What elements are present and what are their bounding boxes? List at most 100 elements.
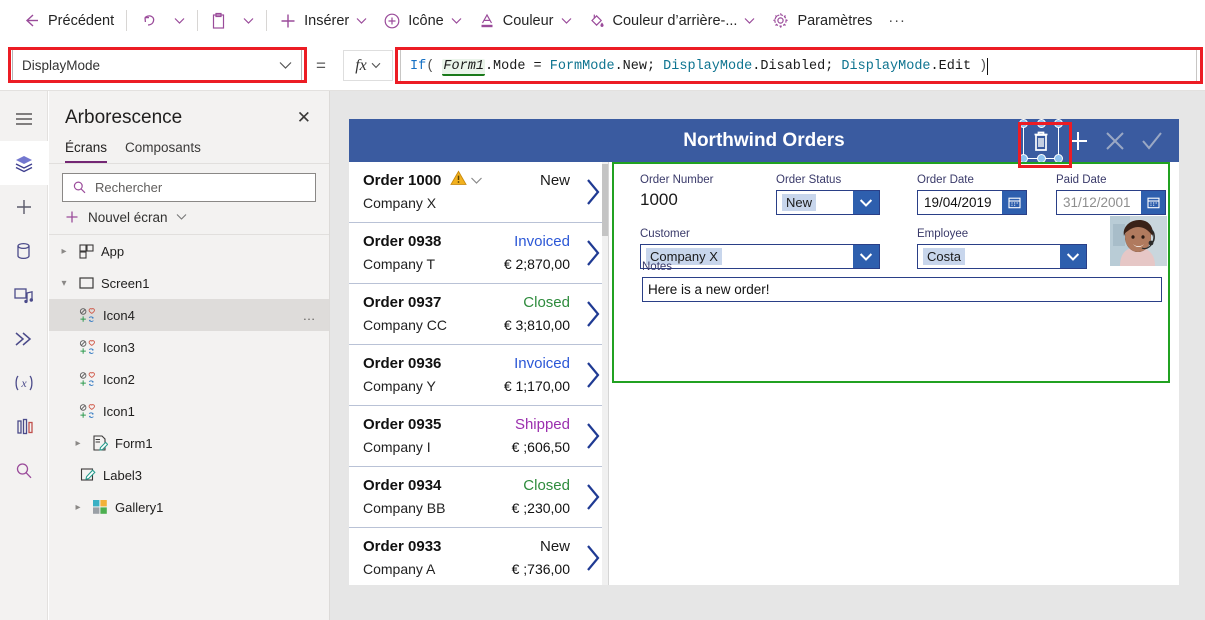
gallery-row[interactable]: Order 1000 New Company X [349,162,608,223]
calendar-icon[interactable] [1141,191,1165,214]
color-button[interactable]: Couleur [470,5,580,37]
tree-panel-title: Arborescence [65,106,183,128]
gallery-row-line2: Company CC € 3;810,00 [363,314,598,336]
insert-label: Insérer [304,12,350,29]
gallery-row-line2: Company Y € 1;170,00 [363,375,598,397]
more-options-icon[interactable]: … [303,308,318,323]
gallery-scrollbar[interactable] [602,162,608,585]
divider [266,10,268,31]
chevron-right-icon[interactable] [584,238,602,273]
gallery-row[interactable]: Order 0938 Invoiced Company T € 2;870,00 [349,223,608,284]
cancel-x-icon[interactable] [1100,126,1130,156]
chevron-right-icon[interactable] [584,482,602,517]
customer-dropdown[interactable]: Company X [640,244,880,269]
order-status-dropdown[interactable]: New [776,190,880,215]
paid-date-picker[interactable]: 31/12/2001 [1056,190,1166,215]
order-date-picker[interactable]: 19/04/2019 [917,190,1027,215]
chevron-right-icon[interactable] [584,360,602,395]
tree-node-icon1[interactable]: Icon1 [49,395,329,427]
employee-dropdown[interactable]: Costa [917,244,1087,269]
warning-indicator[interactable] [450,170,483,191]
calendar-icon[interactable] [1002,191,1026,214]
notes-value: Here is a new order! [648,282,770,297]
icon-control-icon [79,307,97,324]
tree-node-icon3[interactable]: Icon3 [49,331,329,363]
chevron-right-icon[interactable] [584,421,602,456]
order-title: Order 0934 [363,477,442,494]
fill-color-button[interactable]: Couleur d’arrière-... [580,5,764,37]
hamburger-menu-icon[interactable] [0,97,48,141]
chevron-down-icon[interactable] [470,172,483,190]
resize-handle[interactable] [1036,119,1046,128]
left-rail: x [0,91,48,620]
notes-input[interactable]: Here is a new order! [642,277,1162,302]
data-icon[interactable] [0,229,48,273]
tab-ecrans[interactable]: Écrans [65,140,108,163]
chevron-down-icon[interactable]: ▾ [57,278,71,289]
chevron-down-icon[interactable] [1060,245,1086,268]
gallery-row[interactable]: Order 0935 Shipped Company I € ;606,50 [349,406,608,467]
gallery-row[interactable]: Order 0934 Closed Company BB € ;230,00 [349,467,608,528]
check-icon[interactable] [1137,126,1167,156]
close-icon[interactable]: ✕ [293,105,315,130]
resize-handle[interactable] [1054,119,1063,128]
insert-icon[interactable] [0,185,48,229]
trash-icon-selected-wrapper[interactable] [1019,119,1063,163]
scrollbar-thumb[interactable] [602,164,608,236]
tree-node-app[interactable]: ▸ App [49,235,329,267]
new-screen-button[interactable]: Nouvel écran [49,202,329,234]
orders-gallery[interactable]: Order 1000 New Company X Order 0938 Invoiced… [349,162,609,585]
power-automate-icon[interactable] [0,317,48,361]
tree-panel-tabs: Écrans Composants [49,138,329,163]
tree-node-icon2[interactable]: Icon2 [49,363,329,395]
overflow-menu-button[interactable]: ··· [880,5,914,37]
search-icon[interactable] [0,449,48,493]
variables-icon[interactable]: x [0,361,48,405]
gear-icon [771,11,790,30]
property-selector[interactable]: DisplayMode [12,49,302,82]
gallery-row-line2: Company X [363,192,598,214]
tree-node-screen1[interactable]: ▾ Screen1 [49,267,329,299]
chevron-right-icon[interactable] [584,299,602,334]
paste-dropdown[interactable] [235,5,262,37]
search-icon [72,180,87,195]
chevron-right-icon[interactable]: ▸ [71,438,85,449]
color-label: Couleur [502,12,554,29]
formula-input[interactable]: If( Form1.Mode = FormMode.New; DisplayMo… [400,49,1197,83]
icon-menu-button[interactable]: Icône [375,5,469,37]
chevron-right-icon[interactable] [584,177,602,212]
resize-handle[interactable] [1019,119,1028,128]
tree-node-icon4[interactable]: Icon4 … [49,299,329,331]
gallery-row[interactable]: Order 0937 Closed Company CC € 3;810,00 [349,284,608,345]
media-icon[interactable] [0,273,48,317]
formula-token: FormMode [549,58,615,74]
insert-button[interactable]: Insérer [271,5,375,37]
tree-node-form1[interactable]: ▸ Form1 [49,427,329,459]
undo-button[interactable] [131,5,166,37]
chevron-down-icon [561,17,572,25]
gallery-row[interactable]: Order 0936 Invoiced Company Y € 1;170,00 [349,345,608,406]
chevron-right-icon[interactable]: ▸ [57,246,71,257]
circle-plus-icon [383,12,401,30]
app-checker-icon[interactable] [0,405,48,449]
settings-button[interactable]: Paramètres [763,5,880,37]
undo-dropdown[interactable] [166,5,193,37]
plus-icon[interactable] [1063,126,1093,156]
back-button[interactable]: Précédent [14,5,122,37]
fx-button[interactable]: fx [343,50,393,81]
tree-node-gallery1[interactable]: ▸ Gallery1 [49,491,329,523]
chevron-down-icon[interactable] [853,191,879,214]
tab-composants[interactable]: Composants [125,140,201,163]
gallery-row[interactable]: Order 0933 New Company A € ;736,00 [349,528,608,585]
search-input[interactable]: Rechercher [62,173,316,202]
paste-button[interactable] [202,5,235,37]
formula-bar-row: DisplayMode = fx If( Form1.Mode = FormMo… [0,41,1205,90]
tree-node-label3[interactable]: Label3 [49,459,329,491]
label-icon [79,467,97,483]
tree-view-icon[interactable] [0,141,48,185]
chevron-down-icon[interactable] [853,245,879,268]
chevron-right-icon[interactable]: ▸ [71,502,85,513]
company-name: Company X [363,195,437,211]
chevron-right-icon[interactable] [584,543,602,578]
back-label: Précédent [48,12,115,29]
